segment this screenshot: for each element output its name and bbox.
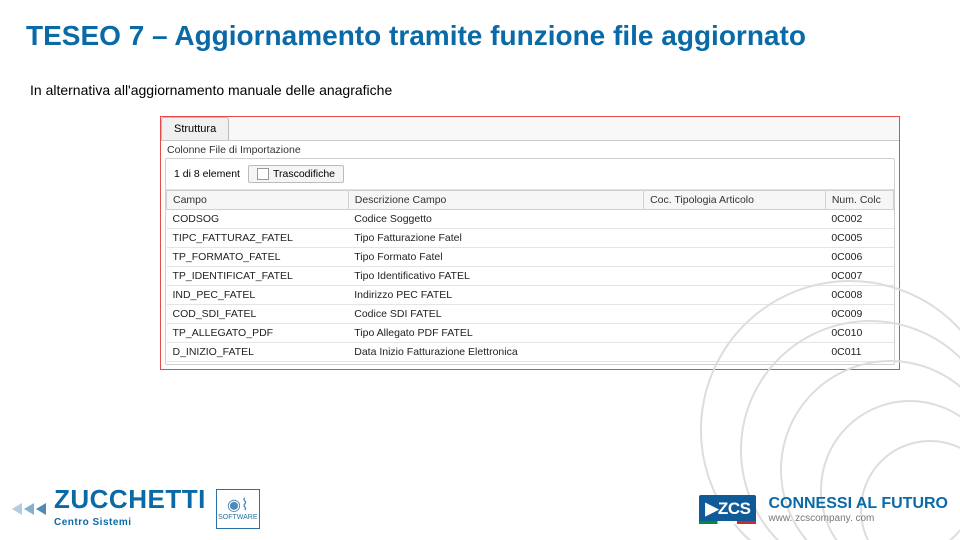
subtitle-text: In alternativa all'aggiornamento manuale… (0, 82, 960, 116)
table-row[interactable]: TP_FORMATO_FATELTipo Formato Fatel 0C006 (167, 248, 894, 267)
col-descrizione-header[interactable]: Descrizione Campo (348, 191, 643, 210)
cell-tipologia (644, 305, 826, 324)
cell-campo: TP_IDENTIFICAT_FATEL (167, 267, 349, 286)
footer: ZUCCHETTI Centro Sistemi ◉⌇ SOFTWARE ▶ZC… (0, 478, 960, 540)
cell-tipologia (644, 324, 826, 343)
cell-campo: IND_PEC_FATEL (167, 286, 349, 305)
table-row[interactable]: TIPC_FATTURAZ_FATELTipo Fatturazione Fat… (167, 229, 894, 248)
table-row[interactable]: COD_SDI_FATELCodice SDI FATEL 0C009 (167, 305, 894, 324)
cell-campo: CODSOG (167, 210, 349, 229)
fieldset-box: 1 di 8 element Trascodifiche Campo Descr… (165, 158, 895, 365)
cell-num: 0C009 (825, 305, 893, 324)
col-tipologia-header[interactable]: Coc. Tipologia Articolo (644, 191, 826, 210)
cell-descrizione: Codice SDI FATEL (348, 305, 643, 324)
table-header-row: Campo Descrizione Campo Coc. Tipologia A… (167, 191, 894, 210)
cell-descrizione: Tipo Formato Fatel (348, 248, 643, 267)
zucchetti-logo: ZUCCHETTI Centro Sistemi (54, 488, 206, 529)
tab-strip: Struttura (161, 117, 899, 141)
table-row[interactable]: TP_ALLEGATO_PDFTipo Allegato PDF FATEL 0C… (167, 324, 894, 343)
cell-campo: TIPC_FATTURAZ_FATEL (167, 229, 349, 248)
cell-descrizione: Tipo Allegato PDF FATEL (348, 324, 643, 343)
table-row[interactable]: TP_IDENTIFICAT_FATELTipo Identificativo … (167, 267, 894, 286)
cell-descrizione: Data Inizio Fatturazione Elettronica (348, 343, 643, 362)
cell-num: 0C010 (825, 324, 893, 343)
cell-tipologia (644, 267, 826, 286)
slogan-block: CONNESSI AL FUTURO www. zcscompany. com (768, 495, 948, 524)
chevron-icon (12, 503, 46, 515)
table-row[interactable]: CODSOGCodice Soggetto 0C002 (167, 210, 894, 229)
cell-campo: TP_FORMATO_FATEL (167, 248, 349, 267)
document-icon (257, 168, 269, 180)
cell-campo: TP_ALLEGATO_PDF (167, 324, 349, 343)
cell-descrizione: Tipo Fatturazione Fatel (348, 229, 643, 248)
table-row[interactable]: IND_PEC_FATELIndirizzo PEC FATEL 0C008 (167, 286, 894, 305)
cell-descrizione: Codice Soggetto (348, 210, 643, 229)
fieldset-label: Colonne File di Importazione (161, 141, 899, 156)
trascodifiche-button[interactable]: Trascodifiche (248, 165, 344, 183)
slogan-text: CONNESSI AL FUTURO (768, 495, 948, 512)
tab-label: Struttura (174, 123, 216, 135)
tab-struttura[interactable]: Struttura (161, 117, 229, 140)
col-num-header[interactable]: Num. Colc (825, 191, 893, 210)
cell-tipologia (644, 248, 826, 267)
brand-name: ZUCCHETTI (54, 488, 206, 511)
cell-tipologia (644, 343, 826, 362)
page-title: TESEO 7 – Aggiornamento tramite funzione… (0, 0, 960, 82)
brand-sub: Centro Sistemi (54, 517, 132, 528)
cell-campo: COD_SDI_FATEL (167, 305, 349, 324)
cell-num: 0C011 (825, 343, 893, 362)
cell-tipologia (644, 286, 826, 305)
cell-tipologia (644, 229, 826, 248)
software-badge: ◉⌇ SOFTWARE (216, 489, 260, 529)
col-campo-header[interactable]: Campo (167, 191, 349, 210)
import-panel: Struttura Colonne File di Importazione 1… (160, 116, 900, 370)
cell-tipologia (644, 210, 826, 229)
cell-campo: D_INIZIO_FATEL (167, 343, 349, 362)
company-url: www. zcscompany. com (768, 513, 948, 524)
zcs-logo: ▶ZCS (699, 495, 756, 524)
wifi-icon: ◉⌇ (227, 498, 249, 514)
cell-descrizione: Tipo Identificativo FATEL (348, 267, 643, 286)
cell-num: 0C008 (825, 286, 893, 305)
cell-num: 0C005 (825, 229, 893, 248)
software-label: SOFTWARE (218, 514, 257, 521)
cell-num: 0C007 (825, 267, 893, 286)
toolbar: 1 di 8 element Trascodifiche (166, 159, 894, 190)
trascodifiche-label: Trascodifiche (273, 168, 335, 180)
cell-num: 0C006 (825, 248, 893, 267)
cell-descrizione: Indirizzo PEC FATEL (348, 286, 643, 305)
table-row[interactable]: D_INIZIO_FATELData Inizio Fatturazione E… (167, 343, 894, 362)
record-counter: 1 di 8 element (174, 168, 240, 180)
columns-table: Campo Descrizione Campo Coc. Tipologia A… (166, 190, 894, 362)
cell-num: 0C002 (825, 210, 893, 229)
